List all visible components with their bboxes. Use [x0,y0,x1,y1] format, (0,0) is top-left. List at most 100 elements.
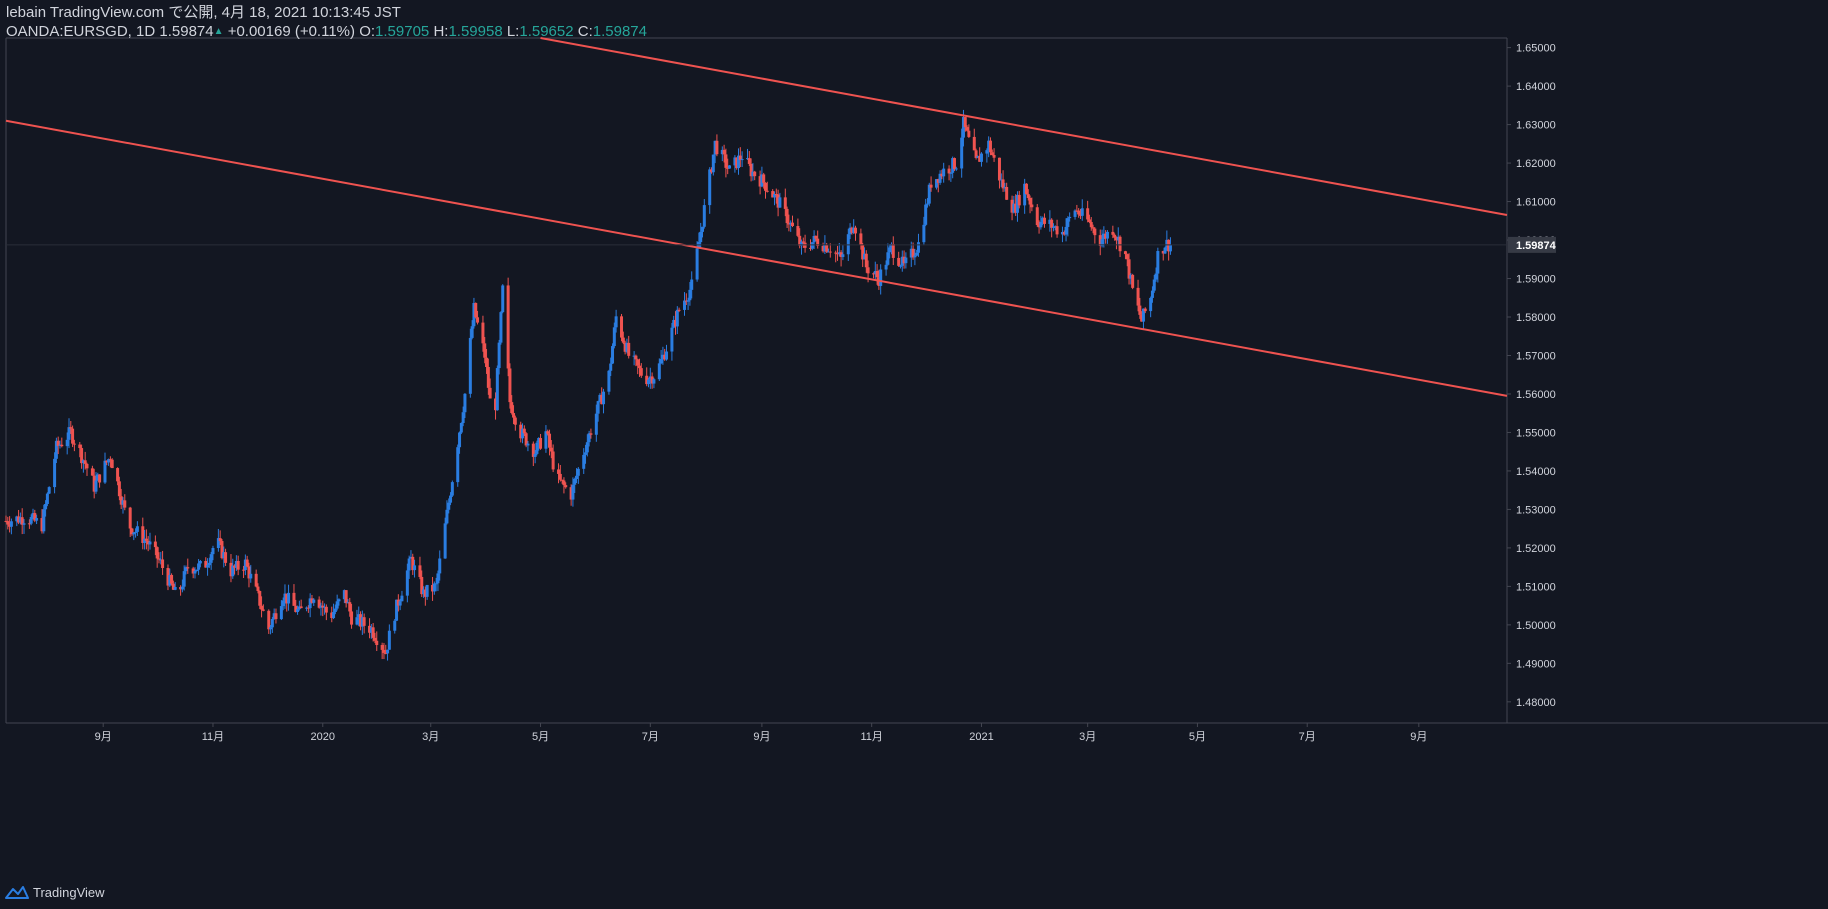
candle-body [153,541,157,548]
price-tick-label: 1.56000 [1516,389,1556,401]
time-axis[interactable]: 9月 11月 2020 3月 5月 7月 9月 11月 2021 3月 5月 7月 9月 [95,723,1428,743]
candle-body [42,509,46,532]
candle-body [1039,221,1043,228]
candle-body [501,285,505,313]
candle-body [193,570,197,574]
brand-label: TradingView [33,884,105,900]
candle-body [281,600,285,607]
candle-body [148,541,152,545]
candle-body [438,558,442,574]
change-value: +0.00169 (+0.11%) [227,23,356,40]
candle-body [443,523,447,559]
candle-body [324,606,328,613]
candle-body [954,168,958,170]
price-tick-label: 1.49000 [1516,658,1556,670]
candle-body [186,567,190,569]
candle-body [562,480,566,486]
candle-body [652,379,656,384]
candle-body [157,558,161,560]
candle-body [1050,219,1054,228]
candle-body [546,431,550,434]
candle-body [636,359,640,366]
candle-body [296,609,300,612]
candle-body [513,417,517,425]
candle-body [929,184,933,188]
tradingview-branding[interactable]: TradingView [5,883,105,901]
candle-body [988,140,992,153]
candle-body [269,627,273,630]
candle-body [173,587,177,590]
current-price-label: 1.59874 [1516,240,1557,252]
candle-body [846,234,850,255]
candle-body [123,500,127,508]
time-tick-label: 3月 [1079,731,1096,743]
candle-body [495,368,499,411]
candle-body [1154,273,1158,280]
candle-body [9,521,13,527]
candle-body [449,495,453,503]
candle-body [47,487,51,494]
candle-body [612,327,616,347]
candle-body [753,171,757,177]
candle-body [83,460,87,464]
candle-body [1068,216,1072,219]
candle-body [722,149,726,155]
candle-body [486,367,490,388]
candle-body [481,322,485,344]
candle-body [447,502,451,510]
candle-body [915,252,919,256]
candle-body [898,265,902,267]
candle-body [659,359,663,364]
candle-body [375,640,379,646]
channel-trendline-1[interactable] [5,119,1508,397]
candle-body [254,573,258,587]
candle-body [609,363,613,371]
candle-body [380,645,384,650]
candle-body [224,552,228,563]
candle-body [198,560,202,564]
candle-body [1152,279,1156,291]
candle-body [245,559,249,567]
candle-body [211,548,215,555]
candle-body [888,247,892,253]
close-value: 1.59874 [592,23,647,40]
candle-body [474,302,478,318]
price-tick-label: 1.58000 [1516,312,1556,324]
candle-body [445,509,449,524]
publish-line: lebain TradingView.com で公開, 4月 18, 2021 … [6,4,401,21]
candle-body [657,363,661,380]
candle-body [458,432,462,448]
candle-body [256,586,260,591]
open-value: 1.59705 [375,23,430,40]
price-tick-label: 1.59000 [1516,274,1556,286]
candle-body [488,387,492,399]
candle-body [634,355,638,360]
price-tick-label: 1.65000 [1516,43,1556,55]
candle-body [67,427,71,440]
candle-body [551,451,555,470]
candle-body [463,393,467,413]
candle-body [1064,226,1068,235]
price-tick-label: 1.57000 [1516,350,1556,362]
candle-body [699,231,703,243]
candle-body [261,609,265,611]
candle-body [348,602,352,612]
candle-body [468,337,472,394]
candle-body [209,554,213,563]
candle-body [785,208,789,224]
trendlines[interactable] [5,37,1508,397]
price-axis[interactable]: 1.48000 1.49000 1.50000 1.51000 1.52000 1.530… [6,43,1557,709]
candle-body [904,257,908,264]
candle-body [686,300,690,302]
price-tick-label: 1.61000 [1516,197,1556,209]
candlestick-chart[interactable]: 1.48000 1.49000 1.50000 1.51000 1.52000 1.530… [0,0,1828,909]
candle-body [925,203,929,205]
candle-body [103,460,107,483]
candle-body [724,154,728,168]
candle-body [853,227,857,234]
candle-body [942,168,946,177]
candle-body [274,613,278,620]
candle-body [965,127,969,131]
candle-body [621,337,625,343]
candle-body [1118,236,1122,252]
